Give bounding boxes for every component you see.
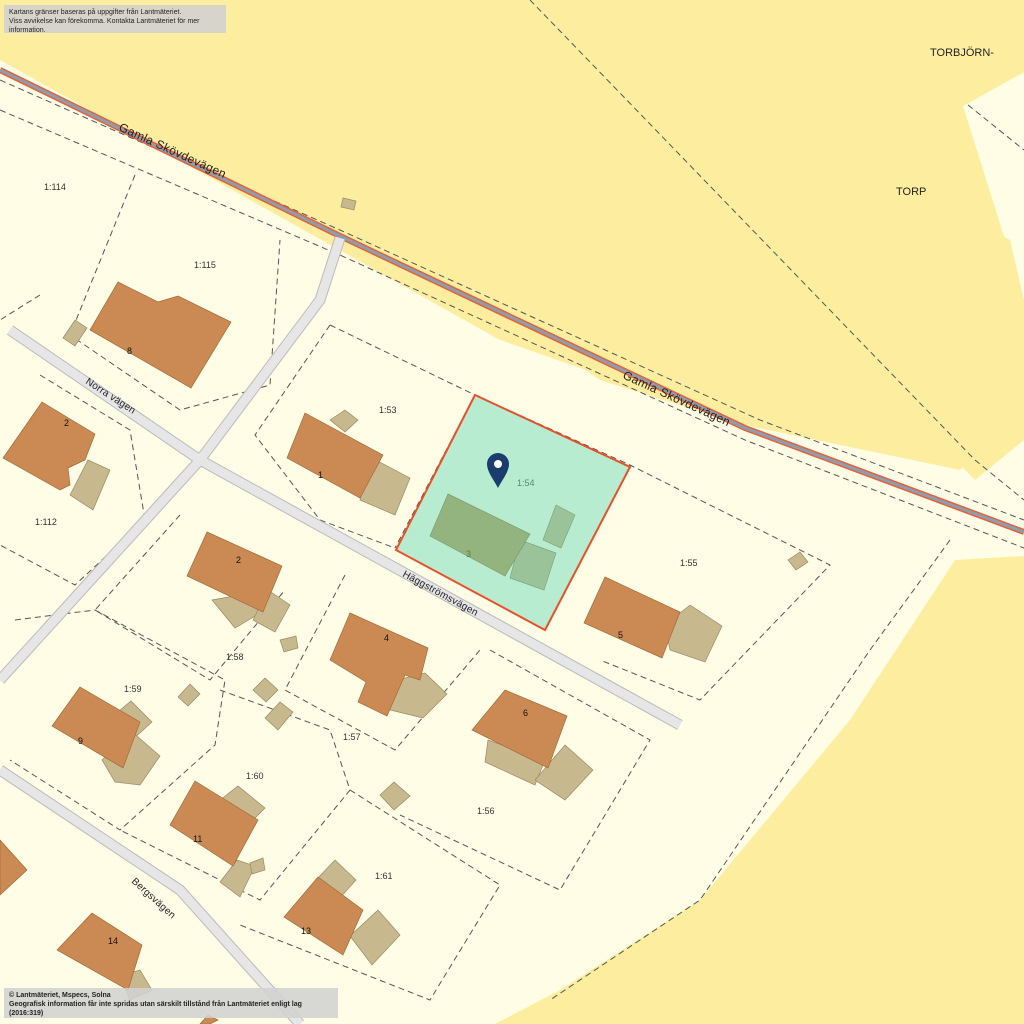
- parcel-label-1-112: 1:112: [35, 517, 57, 527]
- area-label-north: TORBJÖRN-: [930, 47, 994, 59]
- disclaimer-line-1: Kartans gränser baseras på uppgifter frå…: [9, 9, 182, 16]
- house-number-14: 14: [108, 936, 118, 946]
- copyright-line-2: Geografisk information får inte spridas …: [9, 1001, 302, 1017]
- parcel-label-1-61: 1:61: [375, 871, 393, 881]
- copyright-line-1: © Lantmäteriet, Mspecs, Solna: [9, 992, 111, 999]
- parcel-label-1-53: 1:53: [379, 405, 397, 415]
- house-number-4: 4: [384, 633, 389, 643]
- house-number-11: 11: [193, 834, 202, 844]
- house-number-6: 6: [523, 708, 528, 718]
- map-disclaimer-notice: Kartans gränser baseras på uppgifter frå…: [4, 5, 226, 34]
- house-number-3: 3: [466, 549, 471, 559]
- copyright-notice: © Lantmäteriet, Mspecs, Solna Geografisk…: [4, 988, 338, 1018]
- parcel-label-1-60: 1:60: [246, 771, 264, 781]
- house-number-5: 5: [618, 630, 623, 640]
- house-number-9: 9: [78, 736, 83, 746]
- disclaimer-line-2: Viss avvikelse kan förekomma. Kontakta L…: [9, 18, 200, 34]
- property-map[interactable]: TORBJÖRN- TORP Gamla Skövdevägen Gamla S…: [0, 0, 1024, 1024]
- parcel-label-1-56: 1:56: [477, 806, 495, 816]
- parcel-label-1-55: 1:55: [680, 558, 698, 568]
- area-label-torp: TORP: [896, 186, 926, 198]
- house-number-8: 8: [127, 346, 132, 356]
- parcel-label-1-58: 1:58: [226, 652, 244, 662]
- parcel-label-1-57: 1:57: [343, 732, 361, 742]
- parcel-label-1-115: 1:115: [194, 260, 216, 270]
- parcel-label-1-59: 1:59: [124, 684, 142, 694]
- parcel-label-1-54: 1:54: [517, 478, 535, 488]
- house-number-2: 2: [236, 555, 241, 565]
- house-number-1: 1: [318, 470, 323, 480]
- parcel-label-1-114: 1:114: [44, 182, 66, 192]
- house-number-13: 13: [301, 926, 311, 936]
- house-number-2-west: 2: [64, 418, 69, 428]
